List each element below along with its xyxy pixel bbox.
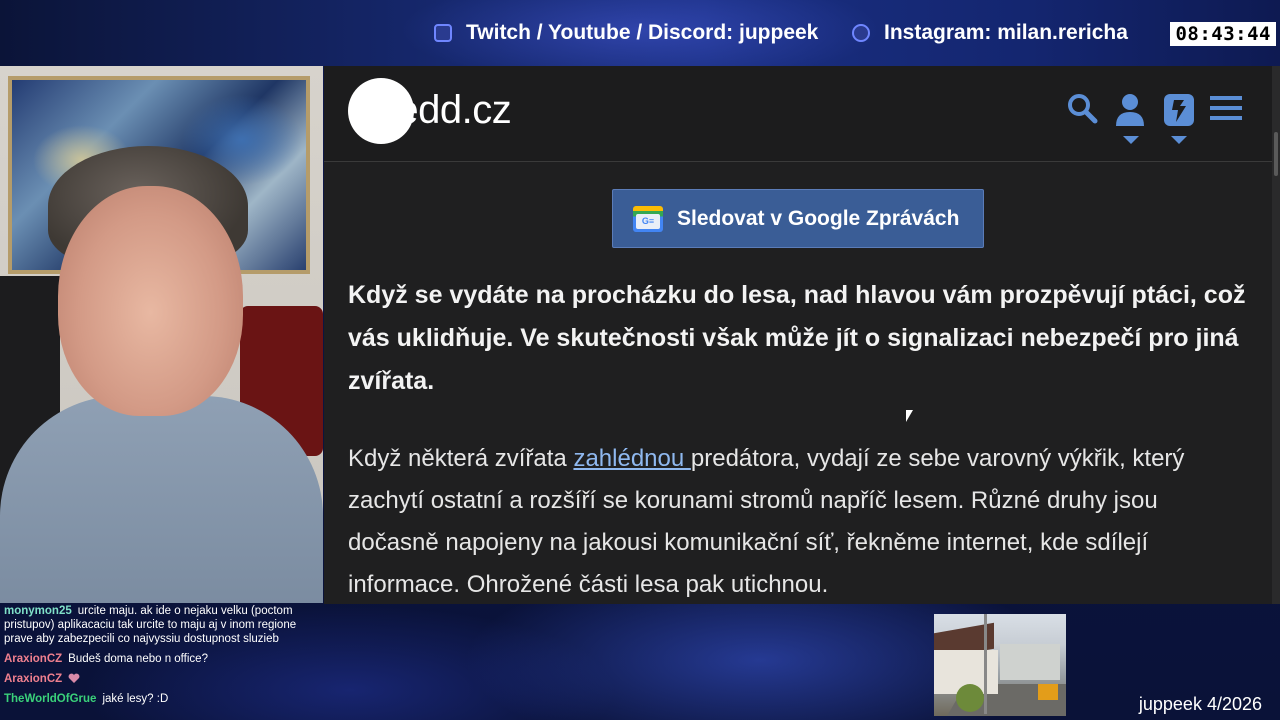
browser-viewport: Nedd.cz G≡ Sledovat v Google Zprávách Kd… — [324, 66, 1280, 604]
article-lead: Když se vydáte na procházku do lesa, nad… — [348, 281, 1246, 395]
site-header: Nedd.cz — [324, 66, 1272, 162]
clock: 08:43:44 — [1170, 22, 1276, 46]
article-link[interactable]: zahlédnou — [573, 445, 690, 472]
webcam-feed — [0, 66, 323, 603]
footer-tag: juppeek 4/2026 — [1138, 694, 1262, 714]
chat-username: TheWorldOfGrue — [4, 693, 97, 705]
instagram-icon — [852, 24, 870, 42]
google-news-icon: G≡ — [633, 205, 663, 232]
menu-icon[interactable] — [1210, 92, 1242, 144]
twitch-label: Twitch / Youtube / Discord: juppeek — [466, 21, 819, 44]
scrollbar-thumb[interactable] — [1274, 132, 1278, 176]
chat-overlay: monymon25 urcite maju. ak ide o nejaku ve… — [0, 604, 330, 720]
twitch-icon — [434, 24, 452, 42]
article-paragraph: Když některá zvířata zahlédnou predátora… — [348, 445, 1185, 598]
street-camera-feed — [934, 614, 1066, 716]
user-icon[interactable] — [1114, 92, 1146, 144]
chat-message: monymon25 urcite maju. ak ide o nejaku ve… — [4, 604, 326, 646]
twitch-social: Twitch / Youtube / Discord: juppeek — [434, 0, 818, 66]
google-news-label: Sledovat v Google Zprávách — [677, 206, 960, 230]
emote-icon — [68, 674, 80, 684]
instagram-label: Instagram: milan.rericha — [884, 21, 1128, 44]
chat-text: jaké lesy? :D — [102, 693, 169, 705]
logo-text: Nedd.cz — [368, 88, 512, 132]
mouse-cursor-icon — [906, 410, 913, 422]
header-icons — [1066, 92, 1242, 144]
chat-username: monymon25 — [4, 605, 72, 617]
theme-icon[interactable] — [1162, 92, 1194, 144]
scrollbar[interactable] — [1272, 66, 1280, 604]
chat-message: TheWorldOfGrue jaké lesy? :D — [4, 692, 326, 706]
theme-caret-icon — [1171, 136, 1187, 144]
chat-username: AraxionCZ — [4, 673, 63, 685]
chat-message: AraxionCZ Budeš doma nebo n office? — [4, 652, 326, 666]
google-news-button[interactable]: G≡ Sledovat v Google Zprávách — [612, 189, 984, 248]
instagram-social: Instagram: milan.rericha — [852, 0, 1128, 66]
streamer-face — [58, 186, 243, 416]
chat-username: AraxionCZ — [4, 653, 63, 665]
site-logo[interactable]: Nedd.cz — [348, 78, 512, 144]
chat-message: AraxionCZ — [4, 672, 326, 686]
search-icon[interactable] — [1066, 92, 1098, 144]
user-caret-icon — [1123, 136, 1139, 144]
chat-text: Budeš doma nebo n office? — [68, 653, 208, 665]
streamer-shirt — [0, 396, 323, 603]
